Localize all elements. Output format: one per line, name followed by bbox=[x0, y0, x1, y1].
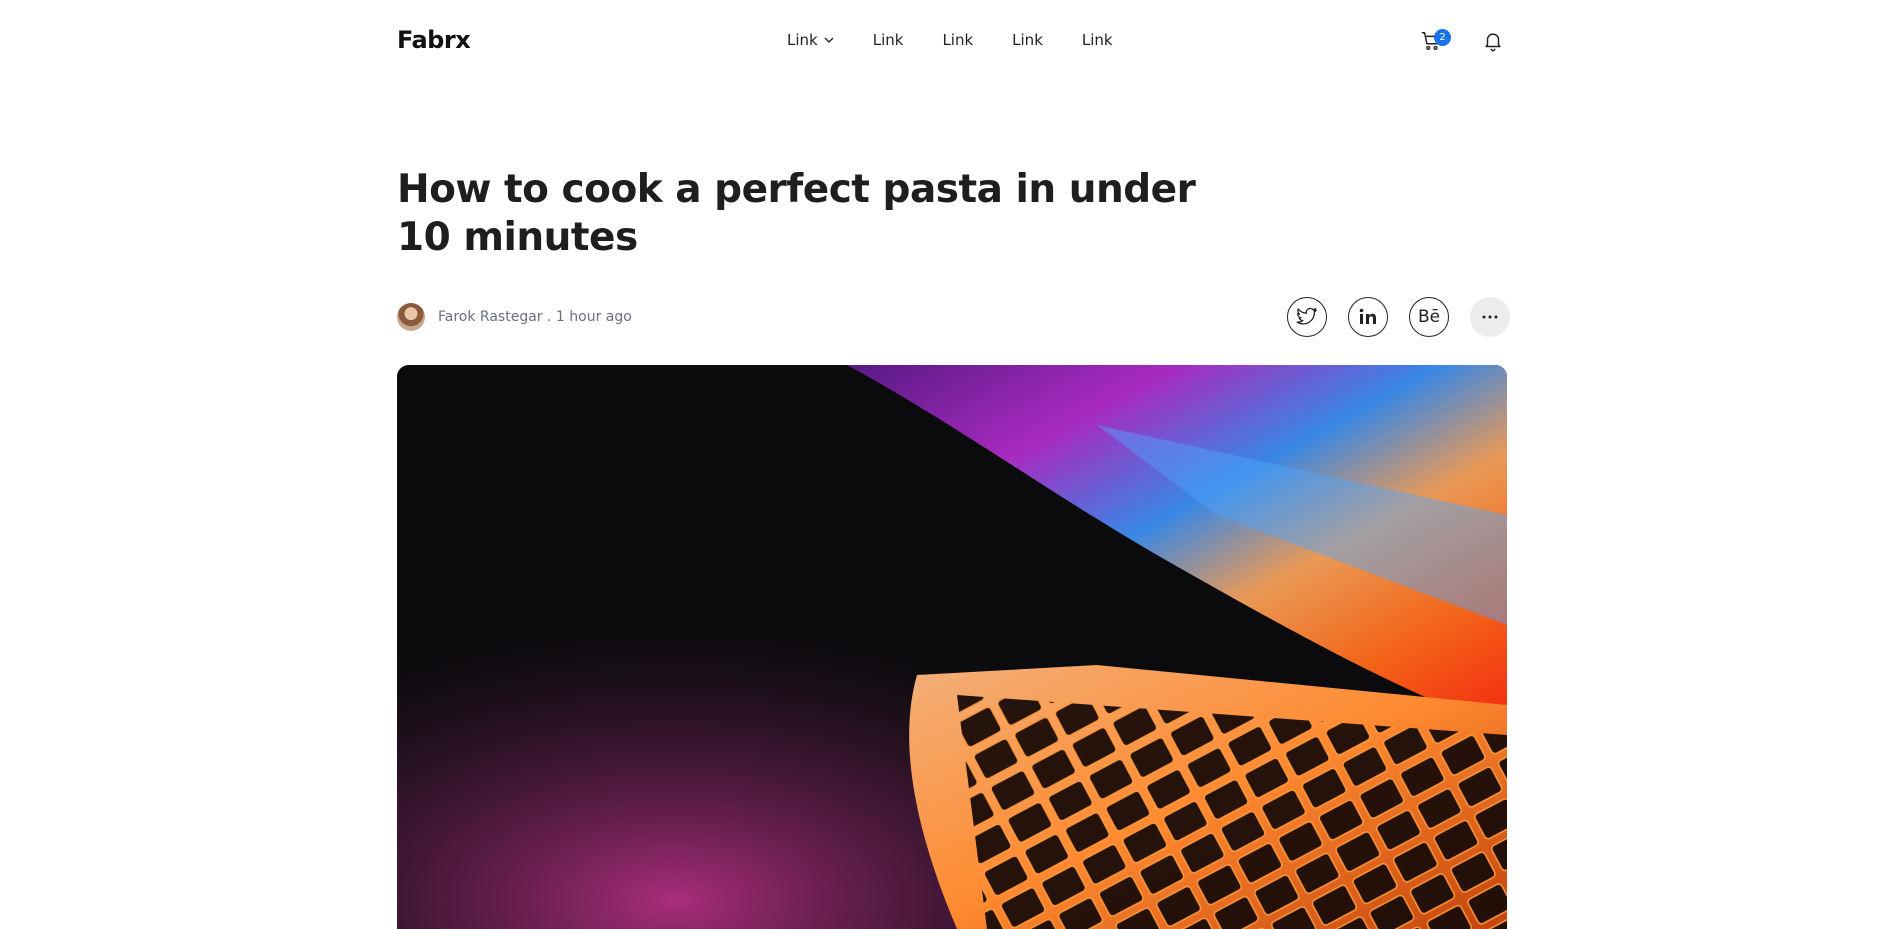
more-icon bbox=[1482, 315, 1498, 319]
avatar[interactable] bbox=[397, 303, 425, 331]
author-name[interactable]: Farok Rastegar bbox=[438, 309, 543, 325]
nav-link-label: Link bbox=[1081, 31, 1113, 49]
share-linkedin-button[interactable] bbox=[1348, 297, 1388, 337]
nav-link-4[interactable]: Link bbox=[1012, 31, 1043, 49]
share-more-button[interactable] bbox=[1470, 297, 1510, 337]
nav-link-label: Link bbox=[787, 31, 818, 49]
laptop-illustration bbox=[397, 365, 1507, 929]
nav-link-label: Link bbox=[1012, 31, 1043, 49]
nav-actions: 2 bbox=[1418, 26, 1508, 58]
linkedin-icon bbox=[1359, 308, 1376, 324]
article-title: How to cook a perfect pasta in under 10 … bbox=[397, 167, 1196, 260]
navbar: Fabrx Link Link Link Link Link 2 bbox=[0, 0, 1903, 84]
byline-separator: . bbox=[542, 309, 556, 325]
post-time: 1 hour ago bbox=[555, 309, 632, 325]
article-byline: Farok Rastegar . 1 hour ago bbox=[438, 309, 632, 325]
logo[interactable]: Fabrx bbox=[397, 26, 471, 54]
nav-link-5[interactable]: Link bbox=[1082, 31, 1113, 49]
share-behance-button[interactable]: Bē bbox=[1409, 297, 1449, 337]
nav-link-label: Link bbox=[872, 31, 904, 49]
article-meta: Farok Rastegar . 1 hour ago bbox=[397, 303, 632, 331]
behance-icon: Bē bbox=[1417, 307, 1441, 327]
cart-count-badge: 2 bbox=[1434, 29, 1451, 46]
share-twitter-button[interactable] bbox=[1287, 297, 1327, 337]
notifications-button[interactable] bbox=[1482, 30, 1506, 54]
twitter-icon bbox=[1296, 307, 1317, 325]
nav-link-label: Link bbox=[942, 31, 974, 49]
cart-button[interactable]: 2 bbox=[1420, 29, 1451, 54]
nav-links: Link Link Link Link Link bbox=[787, 31, 1152, 49]
bell-icon bbox=[1485, 33, 1501, 52]
nav-link-1[interactable]: Link bbox=[787, 31, 834, 49]
hero-image bbox=[397, 365, 1507, 929]
chevron-down-icon bbox=[824, 37, 834, 43]
nav-link-2[interactable]: Link bbox=[873, 31, 904, 49]
nav-link-3[interactable]: Link bbox=[942, 31, 973, 49]
share-buttons: Bē bbox=[1287, 297, 1510, 337]
